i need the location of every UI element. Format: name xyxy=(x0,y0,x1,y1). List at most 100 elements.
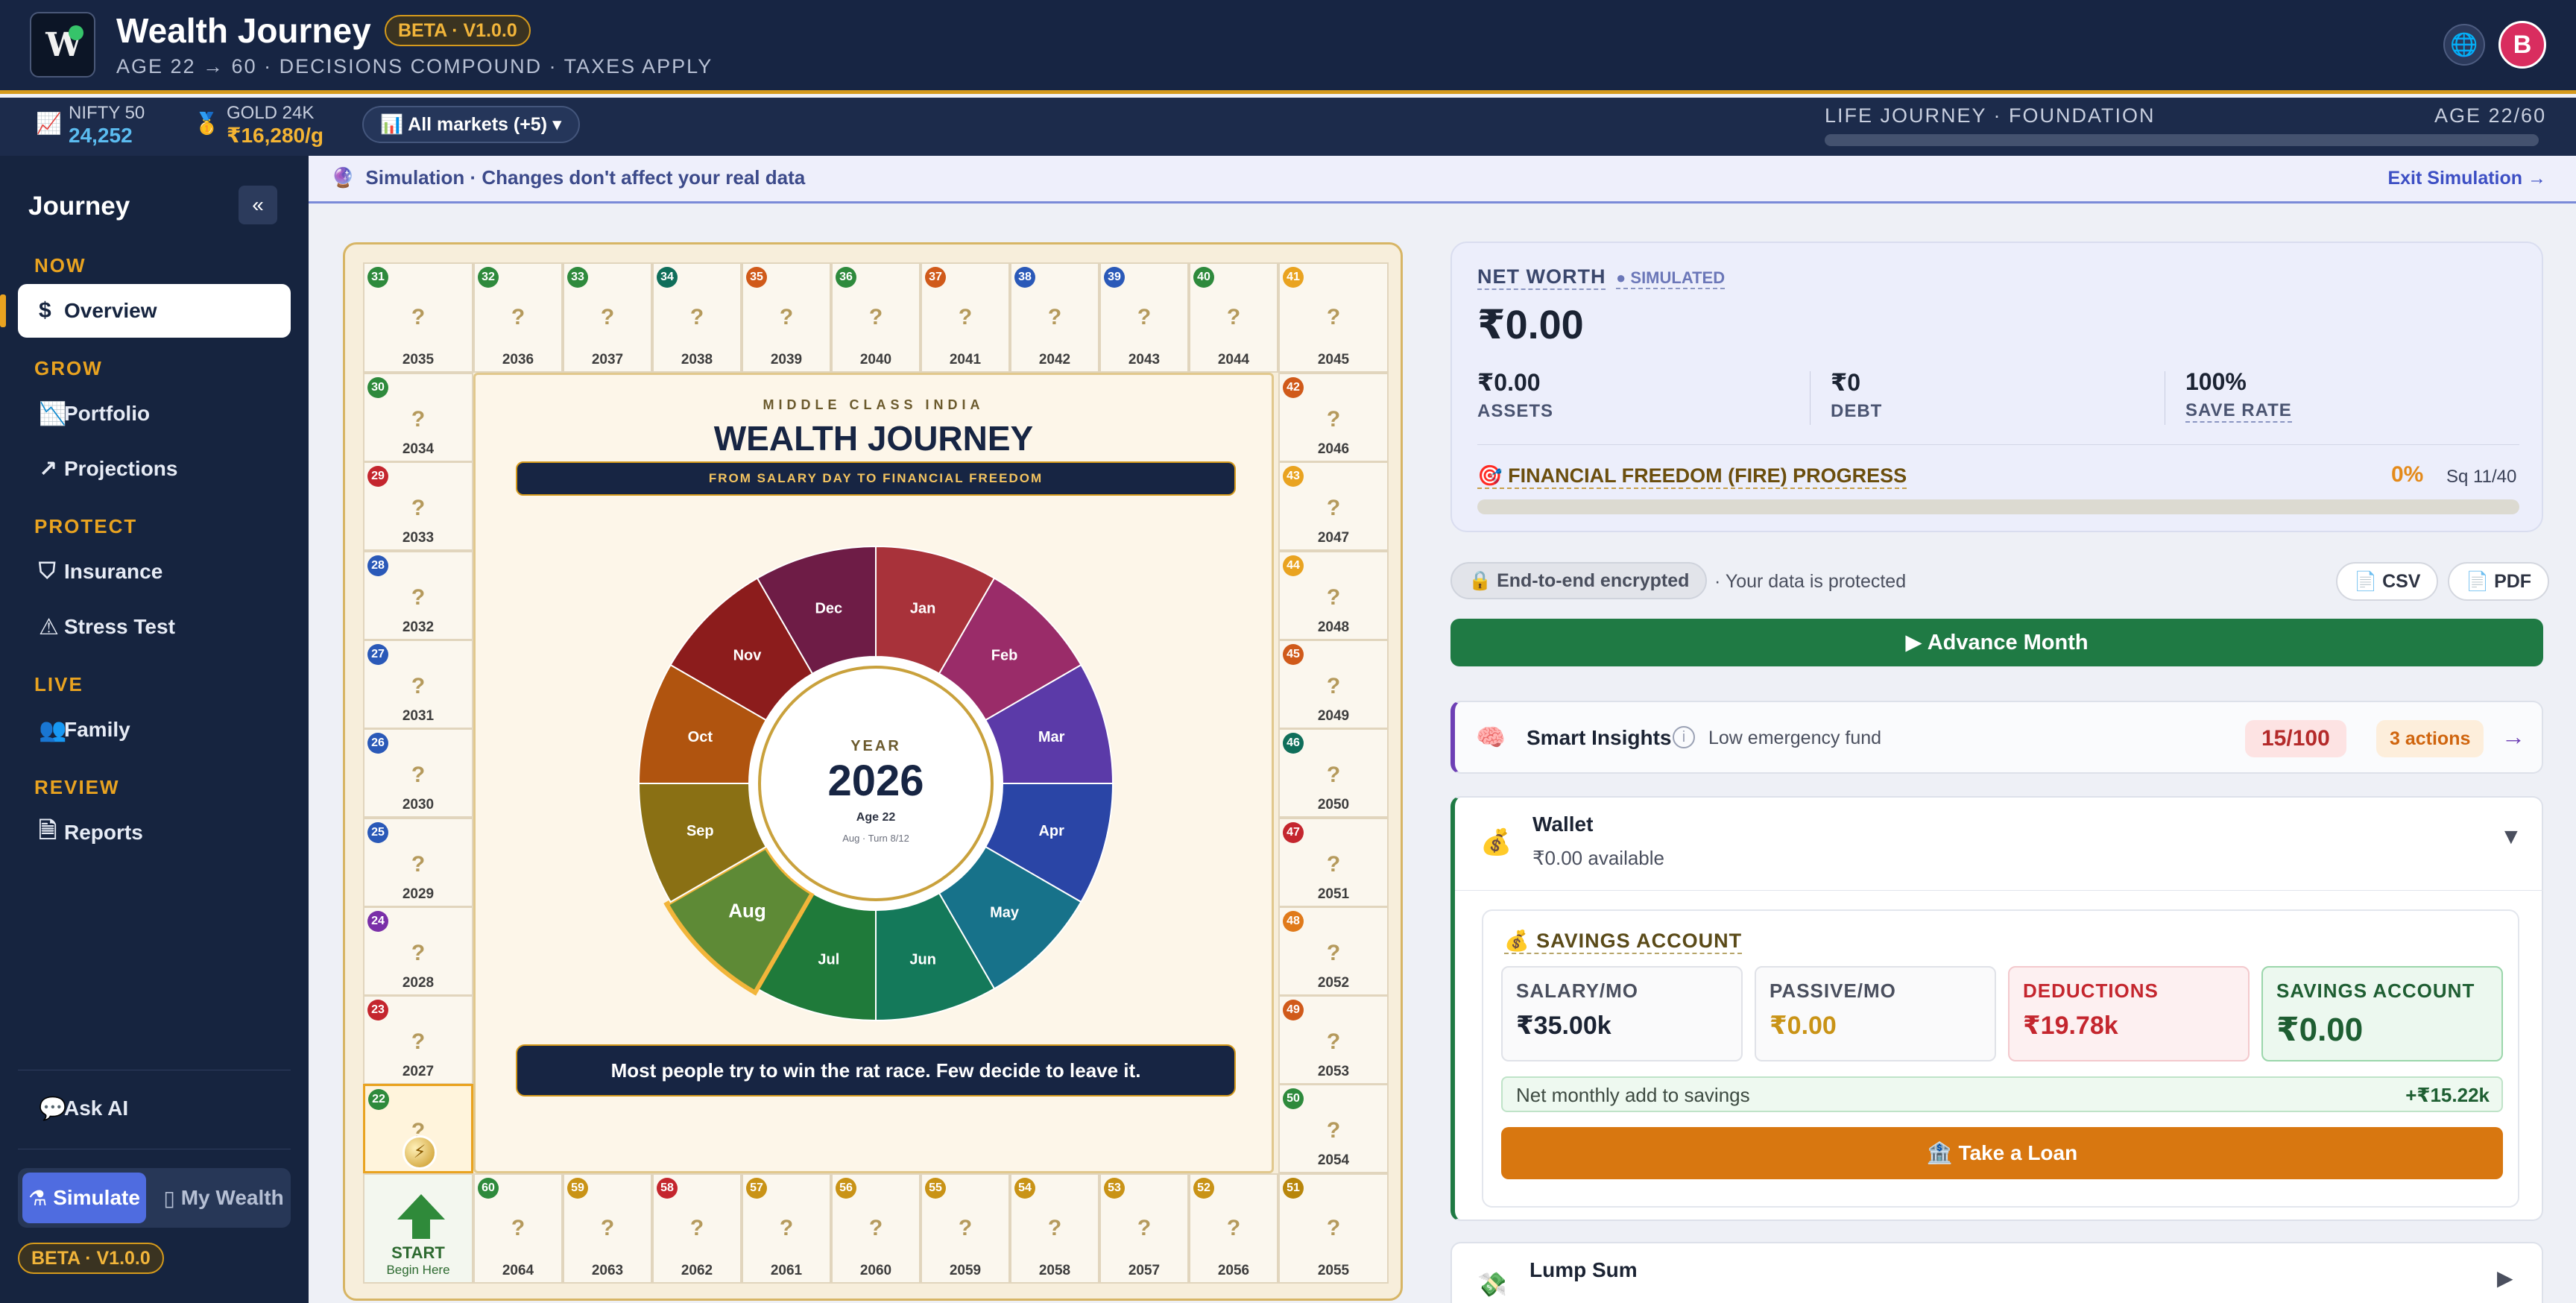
debt-stat: ₹0 DEBT xyxy=(1831,368,2159,428)
chevron-right-icon[interactable]: ▶ xyxy=(2497,1266,2513,1290)
sidebar-item-family[interactable]: 👥 Family xyxy=(18,703,291,757)
square-year: 2040 xyxy=(859,352,892,367)
board-square[interactable]: 34? 2038 xyxy=(652,262,742,373)
simulated-badge: ● SIMULATED xyxy=(1616,268,1726,289)
board-square[interactable]: 52? 2056 xyxy=(1189,1173,1278,1284)
wallet-divider xyxy=(1455,890,2543,891)
square-year: 2058 xyxy=(1038,1263,1071,1278)
board-square[interactable]: 33? 2037 xyxy=(563,262,652,373)
insight-actions-badge[interactable]: 3 actions xyxy=(2376,720,2484,757)
export-csv-button[interactable]: 📄 CSV xyxy=(2336,562,2439,601)
take-loan-button[interactable]: 🏦 Take a Loan xyxy=(1501,1127,2503,1179)
board-square[interactable]: 43? 2047 xyxy=(1278,461,1389,552)
board-square[interactable]: 48? 2052 xyxy=(1278,906,1389,996)
board-square[interactable]: 27? 2031 xyxy=(363,639,473,729)
insight-score-badge: 15/100 xyxy=(2245,720,2346,757)
square-number-badge: 59 xyxy=(567,1178,588,1199)
board-square[interactable]: 30? 2034 xyxy=(363,373,473,462)
current-year: 2026 xyxy=(827,757,924,805)
sidebar-item-overview[interactable]: $ Overview xyxy=(0,284,291,338)
advance-month-button[interactable]: ▶ Advance Month xyxy=(1450,619,2543,666)
board-square[interactable]: 39? 2043 xyxy=(1099,262,1189,373)
month-label: Sep xyxy=(686,823,714,839)
board-square[interactable]: 29? 2033 xyxy=(363,461,473,552)
unknown-square-icon: ? xyxy=(1326,673,1341,698)
board-square[interactable]: 42? 2046 xyxy=(1278,373,1389,462)
board-square[interactable]: 59? 2063 xyxy=(563,1173,652,1284)
info-icon[interactable]: i xyxy=(1673,726,1695,748)
square-number-badge: 43 xyxy=(1283,466,1304,488)
board-square[interactable]: 49? 2053 xyxy=(1278,995,1389,1085)
unknown-square-icon: ? xyxy=(411,304,426,329)
square-number-badge: 34 xyxy=(657,267,678,288)
board-square[interactable]: 38? 2042 xyxy=(1010,262,1099,373)
board-square[interactable]: 60? 2064 xyxy=(473,1173,563,1284)
board-square[interactable]: 26? 2030 xyxy=(363,728,473,818)
sidebar-item-ask-ai[interactable]: 💬 Ask AI xyxy=(18,1082,291,1135)
insight-message: Low emergency fund xyxy=(1708,728,1882,748)
simulate-mode-button[interactable]: ⚗ Simulate xyxy=(22,1173,146,1223)
board-square[interactable]: 41? 2045 xyxy=(1278,262,1389,373)
unknown-square-icon: ? xyxy=(868,304,883,329)
life-journey-progress-bar xyxy=(1825,134,2539,146)
board-square[interactable]: 25? 2029 xyxy=(363,817,473,907)
square-number-badge: 23 xyxy=(367,1000,388,1021)
board-square[interactable]: 46? 2050 xyxy=(1278,728,1389,818)
board-square[interactable]: 37? 2041 xyxy=(921,262,1010,373)
app-logo[interactable]: W xyxy=(30,12,95,78)
save-rate-label: SAVE RATE xyxy=(2185,400,2292,423)
board-square[interactable]: 22? ⚡ xyxy=(363,1084,473,1174)
sidebar-item-reports[interactable]: 🗎 Reports xyxy=(18,806,291,859)
board-square[interactable]: 35? 2039 xyxy=(742,262,831,373)
board-square[interactable]: 32? 2036 xyxy=(473,262,563,373)
board-square[interactable]: 31? 2035 xyxy=(363,262,473,373)
exit-simulation-link[interactable]: Exit Simulation → xyxy=(2387,168,2546,189)
sidebar-item-portfolio[interactable]: 📉 Portfolio xyxy=(18,387,291,441)
square-year: 2053 xyxy=(1317,1064,1350,1080)
chevron-down-icon[interactable]: ▼ xyxy=(2500,824,2522,850)
users-icon: 👥 xyxy=(39,717,67,742)
square-counter: Sq 11/40 xyxy=(2446,467,2517,487)
board-square[interactable]: 36? 2040 xyxy=(831,262,921,373)
board-square[interactable]: 53? 2057 xyxy=(1099,1173,1189,1284)
arrow-right-icon[interactable]: → xyxy=(2501,723,2525,751)
board-square[interactable]: 47? 2051 xyxy=(1278,817,1389,907)
gold-ticker: 🥇 GOLD 24K ₹16,280/g xyxy=(194,102,323,147)
sidebar-item-stress-test[interactable]: ⚠ Stress Test xyxy=(18,600,291,654)
board-square[interactable]: 45? 2049 xyxy=(1278,639,1389,729)
board-square[interactable]: 50? 2054 xyxy=(1278,1084,1389,1174)
board-square[interactable]: 58? 2062 xyxy=(652,1173,742,1284)
board-square[interactable]: 44? 2048 xyxy=(1278,550,1389,640)
unknown-square-icon: ? xyxy=(511,304,525,329)
unknown-square-icon: ? xyxy=(1047,1215,1062,1240)
user-avatar[interactable]: B xyxy=(2498,21,2546,69)
board-square[interactable]: 28? 2032 xyxy=(363,550,473,640)
start-sublabel: Begin Here xyxy=(386,1263,450,1277)
warning-icon: ⚠ xyxy=(39,614,59,640)
board-square[interactable]: 56? 2060 xyxy=(831,1173,921,1284)
sidebar-item-insurance[interactable]: ⛉ Insurance xyxy=(18,545,291,599)
square-number-badge: 38 xyxy=(1014,267,1035,288)
export-pdf-button[interactable]: 📄 PDF xyxy=(2448,562,2550,601)
square-year: 2056 xyxy=(1217,1263,1250,1278)
collapse-sidebar-button[interactable]: « xyxy=(239,186,277,224)
all-markets-dropdown[interactable]: 📊 All markets (+5) ▾ xyxy=(362,106,580,143)
unknown-square-icon: ? xyxy=(1326,584,1341,610)
board-square[interactable]: 23? 2027 xyxy=(363,995,473,1085)
board-square[interactable]: 24? 2028 xyxy=(363,906,473,996)
board-square[interactable]: 57? 2061 xyxy=(742,1173,831,1284)
language-globe-icon[interactable]: 🌐 xyxy=(2443,24,2485,66)
lump-sum-card[interactable]: 💸 Lump Sum ▶ xyxy=(1450,1242,2543,1303)
trending-up-icon: ↗ xyxy=(39,456,58,482)
square-year: 2050 xyxy=(1317,797,1350,813)
board-square[interactable]: 51? 2055 xyxy=(1278,1173,1389,1284)
smart-insights-card[interactable]: 🧠 Smart Insights i Low emergency fund 15… xyxy=(1450,701,2543,774)
board-square[interactable]: 40? 2044 xyxy=(1189,262,1278,373)
board-square[interactable]: 54? 2058 xyxy=(1010,1173,1099,1284)
start-square[interactable]: START Begin Here xyxy=(363,1173,473,1284)
board-square[interactable]: 55? 2059 xyxy=(921,1173,1010,1284)
sidebar-item-label: Projections xyxy=(64,457,178,480)
sidebar-item-projections[interactable]: ↗ Projections xyxy=(18,442,291,496)
my-wealth-mode-button[interactable]: ▯ My Wealth xyxy=(157,1173,291,1223)
turn-indicator: Aug · Turn 8/12 xyxy=(842,833,909,844)
